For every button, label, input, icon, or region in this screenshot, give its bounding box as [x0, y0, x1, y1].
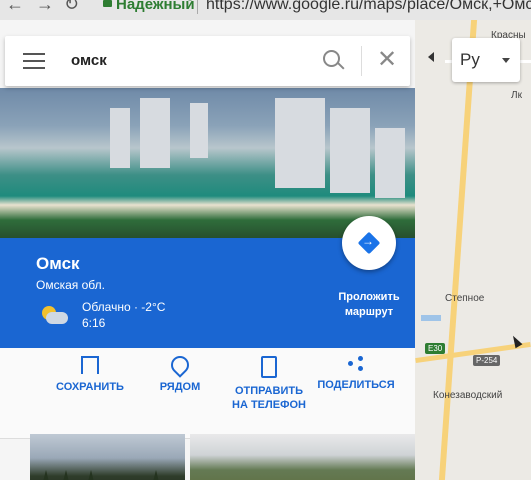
road-shield: E30 — [425, 343, 446, 354]
forward-icon[interactable]: → — [36, 0, 54, 15]
secure-label[interactable]: Надежный — [116, 0, 195, 13]
language-select[interactable]: Ру — [452, 38, 520, 82]
location-pin-icon — [167, 352, 193, 378]
share-icon — [348, 356, 364, 372]
back-icon[interactable]: ← — [6, 0, 24, 15]
search-icon[interactable] — [323, 50, 340, 67]
language-value: Ру — [460, 50, 480, 69]
search-input[interactable]: омск — [71, 52, 107, 69]
chevron-down-icon — [502, 58, 510, 63]
send-to-phone-label: ОТПРАВИТЬ НА ТЕЛЕФОН — [232, 385, 306, 411]
close-icon[interactable]: ✕ — [377, 46, 397, 74]
weather-cloudy-icon — [40, 304, 70, 326]
send-to-phone-button[interactable]: ОТПРАВИТЬ НА ТЕЛЕФОН — [228, 356, 310, 412]
lock-icon — [103, 0, 112, 7]
share-button[interactable]: ПОДЕЛИТЬСЯ — [316, 356, 396, 392]
browser-chrome: ← → ↻ Надежный https://www.google.ru/map… — [0, 0, 531, 20]
menu-icon[interactable] — [23, 53, 45, 69]
directions-label[interactable]: Проложить маршрут — [332, 290, 406, 320]
photo-strip — [30, 434, 415, 480]
map-label[interactable]: Лк — [511, 90, 522, 101]
map-canvas[interactable]: Красны Лк Степное Конезаводский E30 P-25… — [415, 20, 531, 480]
place-region: Омская обл. — [36, 278, 105, 292]
weather-text: Облачно · -2°C — [82, 300, 166, 314]
building — [140, 98, 170, 168]
save-button[interactable]: СОХРАНИТЬ — [50, 356, 130, 394]
reload-icon[interactable]: ↻ — [64, 0, 79, 15]
nearby-button[interactable]: РЯДОМ — [150, 352, 210, 394]
save-label: СОХРАНИТЬ — [56, 381, 124, 393]
photo-thumbnail[interactable] — [30, 434, 185, 480]
tree-shape — [150, 470, 162, 480]
address-separator — [197, 0, 198, 14]
local-time: 6:16 — [82, 316, 106, 330]
place-photo[interactable] — [0, 88, 415, 238]
building — [275, 98, 325, 188]
address-bar[interactable]: https://www.google.ru/maps/place/Омск,+О… — [206, 0, 531, 14]
map-label[interactable]: Степное — [445, 293, 484, 304]
building — [190, 103, 208, 158]
map-water — [421, 315, 441, 321]
photo-thumbnail[interactable] — [190, 434, 415, 480]
share-label: ПОДЕЛИТЬСЯ — [317, 379, 395, 391]
nearby-label: РЯДОМ — [159, 381, 201, 393]
search-box[interactable]: омск ✕ — [5, 36, 410, 86]
building — [330, 108, 370, 193]
building — [375, 128, 405, 198]
place-title: Омск — [36, 254, 80, 273]
map-label[interactable]: Конезаводский — [433, 390, 502, 401]
phone-icon — [261, 356, 277, 378]
tree-shape — [85, 470, 97, 480]
road-shield: P-254 — [473, 355, 501, 366]
tree-shape — [60, 470, 72, 480]
bookmark-icon — [81, 356, 99, 374]
collapse-panel-icon[interactable] — [428, 52, 434, 62]
map-road — [438, 20, 478, 480]
building — [110, 108, 130, 168]
search-divider — [361, 46, 362, 76]
directions-button[interactable]: → — [342, 216, 396, 270]
arrow-icon: → — [362, 234, 374, 248]
action-bar: СОХРАНИТЬ РЯДОМ ОТПРАВИТЬ НА ТЕЛЕФОН ПОД… — [0, 348, 415, 439]
tree-shape — [40, 470, 52, 480]
place-panel: омск ✕ Омск Омская обл. Облачно · -2°C 6… — [0, 20, 415, 480]
